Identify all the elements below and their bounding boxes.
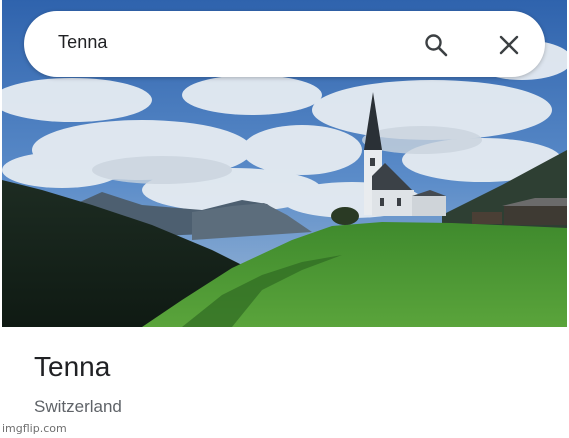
search-input[interactable]: Tenna — [58, 32, 108, 53]
close-icon[interactable] — [495, 31, 523, 59]
search-box[interactable]: Tenna — [24, 11, 545, 77]
place-subtitle: Switzerland — [34, 397, 122, 416]
place-title: Tenna — [34, 351, 111, 382]
place-card: Tenna Tenna Switzerland imgflip.com — [0, 0, 569, 438]
search-icon[interactable] — [422, 31, 450, 59]
watermark: imgflip.com — [2, 422, 67, 435]
place-info-panel: Tenna Switzerland — [2, 327, 567, 438]
